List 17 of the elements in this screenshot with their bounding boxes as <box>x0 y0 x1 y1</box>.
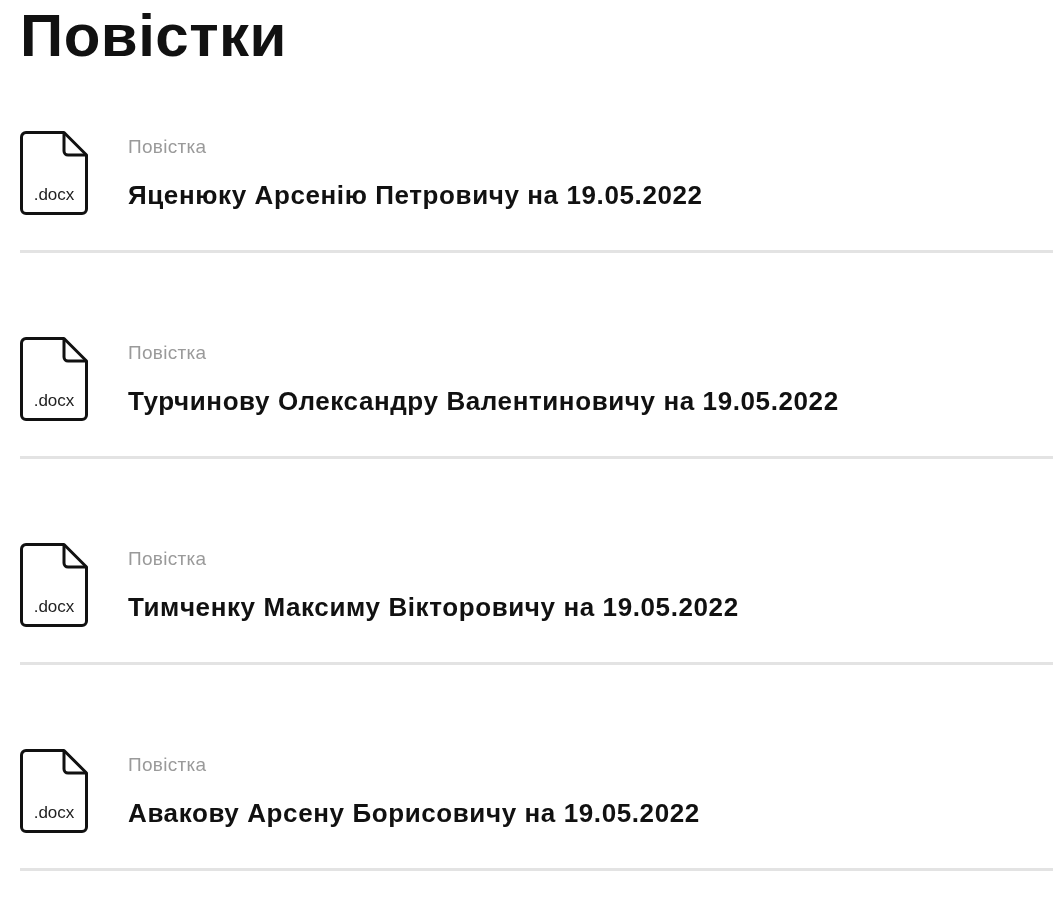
file-extension: .docx <box>33 597 75 617</box>
document-title[interactable]: Тимченку Максиму Вікторовичу на 19.05.2022 <box>128 591 739 623</box>
document-label: Повістка <box>128 341 207 365</box>
document-icon <box>20 749 88 833</box>
file-extension: .docx <box>33 803 75 823</box>
file-extension: .docx <box>33 185 75 205</box>
document-title[interactable]: Турчинову Олександру Валентиновичу на 19.05.2022 <box>128 385 839 417</box>
page-title: Повістки <box>20 1 287 71</box>
document-title[interactable]: Яценюку Арсенію Петровичу на 19.05.2022 <box>128 179 703 211</box>
document-title[interactable]: Авакову Арсену Борисовичу на 19.05.2022 <box>128 797 700 829</box>
document-label: Повістка <box>128 135 207 159</box>
document-label: Повістка <box>128 547 207 571</box>
document-icon <box>20 337 88 421</box>
document-icon <box>20 131 88 215</box>
document-icon <box>20 543 88 627</box>
document-label: Повістка <box>128 753 207 777</box>
file-extension: .docx <box>33 391 75 411</box>
